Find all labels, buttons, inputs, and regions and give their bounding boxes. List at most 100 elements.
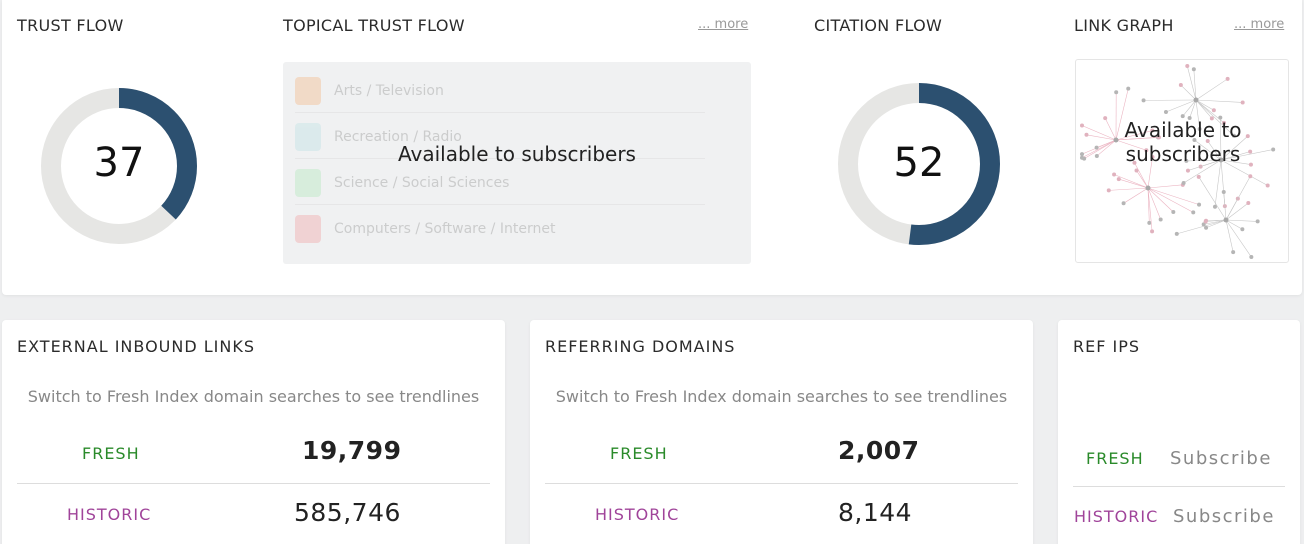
- graph-edge: [1225, 219, 1243, 230]
- historic-label: HISTORIC: [1074, 507, 1159, 526]
- graph-edge: [1214, 159, 1222, 207]
- graph-node: [1121, 201, 1126, 206]
- graph-node: [1178, 83, 1183, 88]
- topic-label: Arts / Television: [334, 83, 444, 99]
- row-divider: [17, 483, 490, 484]
- historic-label: HISTORIC: [595, 505, 680, 524]
- link-graph-title: LINK GRAPH: [1074, 16, 1174, 35]
- topic-row: Science / Social Sciences: [295, 168, 509, 198]
- graph-node: [1211, 108, 1216, 113]
- topic-divider: [295, 112, 705, 113]
- graph-edge: [1225, 202, 1249, 221]
- graph-node: [1106, 188, 1111, 193]
- graph-node: [1240, 227, 1245, 232]
- historic-label: HISTORIC: [67, 505, 152, 524]
- graph-node: [1116, 177, 1121, 182]
- graph-edge: [1147, 187, 1200, 205]
- fresh-value: 2,007: [838, 436, 920, 465]
- graph-hub-node: [1223, 217, 1229, 223]
- graph-node: [1248, 174, 1253, 179]
- graph-node: [1246, 200, 1251, 205]
- external-inbound-links-card: EXTERNAL INBOUND LINKS Switch to Fresh I…: [2, 320, 505, 544]
- topic-row: Arts / Television: [295, 76, 444, 106]
- topical-trust-flow-more-link[interactable]: ... more: [698, 17, 748, 32]
- topic-label: Science / Social Sciences: [334, 175, 510, 191]
- graph-node: [1171, 209, 1176, 214]
- graph-node: [1249, 255, 1254, 260]
- graph-node: [1150, 229, 1155, 234]
- graph-hub-node: [1193, 97, 1199, 103]
- graph-node: [1158, 217, 1163, 222]
- graph-node: [1185, 168, 1190, 173]
- topical-trust-flow-overlay: Available to subscribers: [398, 142, 636, 166]
- metrics-panel: TRUST FLOW 37 TOPICAL TRUST FLOW ... mor…: [2, 0, 1302, 295]
- graph-node: [1181, 180, 1186, 185]
- external-inbound-links-title: EXTERNAL INBOUND LINKS: [17, 337, 256, 356]
- graph-edge: [1225, 176, 1251, 221]
- ref-ips-title: REF IPS: [1073, 337, 1141, 356]
- topical-trust-flow-title: TOPICAL TRUST FLOW: [283, 16, 465, 35]
- graph-edge: [1189, 99, 1197, 119]
- referring-domains-title: REFERRING DOMAINS: [545, 337, 736, 356]
- graph-node: [1191, 210, 1196, 215]
- citation-flow-title: CITATION FLOW: [814, 16, 943, 35]
- graph-node: [1255, 219, 1260, 224]
- fresh-subscribe-link[interactable]: Subscribe: [1170, 448, 1272, 469]
- graph-node: [1185, 64, 1190, 68]
- graph-node: [1240, 100, 1245, 105]
- graph-node: [1197, 202, 1202, 207]
- trendline-hint: Switch to Fresh Index domain searches to…: [555, 387, 1008, 406]
- graph-node: [1231, 250, 1236, 255]
- graph-edge: [1225, 219, 1252, 258]
- citation-flow-value: 52: [893, 140, 945, 186]
- row-divider: [1073, 486, 1285, 487]
- fresh-value: 19,799: [302, 436, 402, 465]
- graph-edge: [1180, 84, 1197, 101]
- graph-edge: [1225, 219, 1258, 222]
- historic-subscribe-link[interactable]: Subscribe: [1173, 506, 1275, 527]
- trust-flow-value: 37: [93, 140, 145, 186]
- graph-edge: [1147, 187, 1161, 220]
- topic-row: Computers / Software / Internet: [295, 214, 555, 244]
- row-divider: [545, 483, 1018, 484]
- ref-ips-card: REF IPS FRESH Subscribe HISTORIC Subscri…: [1058, 320, 1300, 544]
- graph-node: [1126, 86, 1131, 91]
- graph-node: [1196, 174, 1201, 179]
- graph-edge: [1147, 184, 1183, 189]
- graph-node: [1174, 231, 1179, 236]
- trust-flow-title: TRUST FLOW: [17, 16, 124, 35]
- link-graph-more-link[interactable]: ... more: [1234, 17, 1284, 32]
- graph-node: [1147, 220, 1152, 225]
- fresh-label: FRESH: [1086, 449, 1144, 468]
- graph-edge: [1165, 99, 1197, 113]
- graph-edge: [1113, 174, 1149, 189]
- link-graph-box: Available to subscribers: [1075, 59, 1289, 263]
- graph-node: [1225, 76, 1230, 81]
- link-graph-overlay-line2: subscribers: [1125, 142, 1241, 166]
- historic-value: 8,144: [838, 498, 913, 527]
- graph-edge: [1147, 187, 1194, 213]
- graph-node: [1163, 109, 1168, 114]
- topic-label: Computers / Software / Internet: [334, 221, 556, 237]
- topic-color-swatch: [295, 77, 321, 105]
- topic-divider: [295, 204, 705, 205]
- fresh-label: FRESH: [610, 444, 668, 463]
- graph-edge: [1195, 99, 1213, 119]
- historic-value: 585,746: [294, 498, 401, 527]
- link-graph-overlay: Available to subscribers: [1076, 118, 1288, 166]
- graph-node: [1141, 98, 1146, 103]
- graph-hub-node: [1145, 185, 1151, 191]
- graph-edge: [1198, 176, 1227, 221]
- graph-edge: [1123, 187, 1149, 204]
- graph-node: [1112, 172, 1117, 177]
- referring-domains-card: REFERRING DOMAINS Switch to Fresh Index …: [530, 320, 1033, 544]
- topic-color-swatch: [295, 169, 321, 197]
- graph-node: [1221, 189, 1226, 194]
- trendline-hint: Switch to Fresh Index domain searches to…: [27, 387, 480, 406]
- graph-edge: [1195, 78, 1228, 101]
- topical-trust-flow-box: Arts / Television Recreation / Radio Sci…: [283, 62, 751, 264]
- graph-edge: [1147, 187, 1174, 213]
- graph-node: [1265, 183, 1270, 188]
- graph-node: [1203, 219, 1208, 224]
- graph-edge: [1176, 219, 1227, 235]
